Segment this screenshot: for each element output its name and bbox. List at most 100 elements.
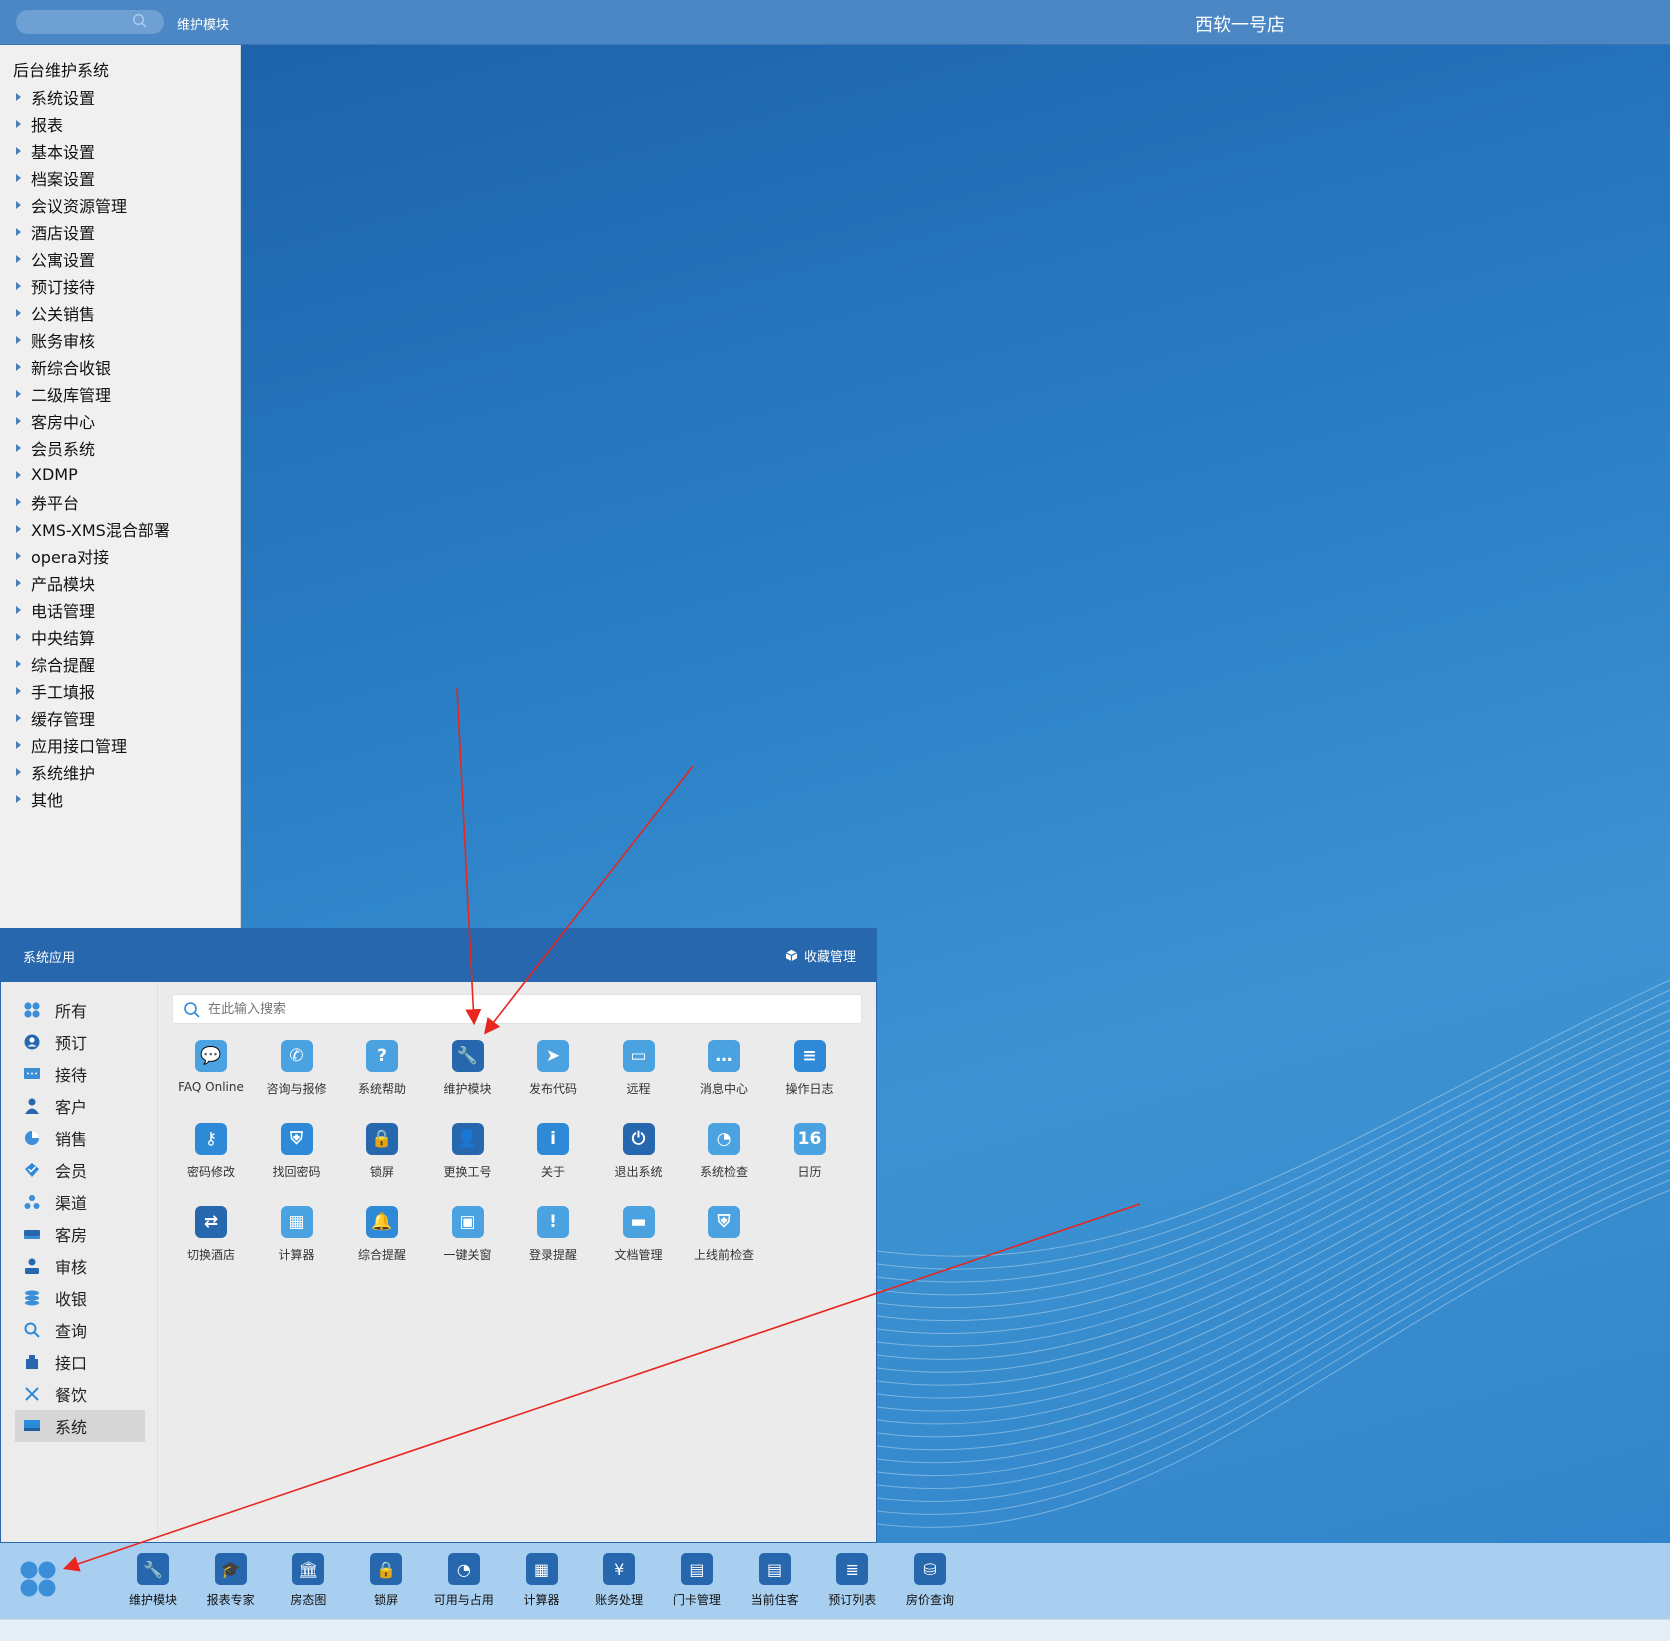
tree-item[interactable]: 公寓设置: [16, 245, 170, 272]
expand-arrow-icon[interactable]: [16, 362, 21, 371]
category-item[interactable]: 接待: [15, 1058, 145, 1090]
tree-item[interactable]: 二级库管理: [16, 380, 170, 407]
expand-arrow-icon[interactable]: [16, 389, 21, 398]
category-item[interactable]: 接口: [15, 1346, 145, 1378]
tree-item[interactable]: 账务审核: [16, 326, 170, 353]
expand-arrow-icon[interactable]: [16, 470, 21, 479]
tree-item[interactable]: 会议资源管理: [16, 191, 170, 218]
expand-arrow-icon[interactable]: [16, 632, 21, 641]
expand-arrow-icon[interactable]: [16, 308, 21, 317]
app-tile[interactable]: 🔔 综合提醒: [339, 1206, 425, 1276]
expand-arrow-icon[interactable]: [16, 335, 21, 344]
expand-arrow-icon[interactable]: [16, 173, 21, 182]
app-tile[interactable]: ⇄ 切换酒店: [168, 1206, 254, 1276]
top-search-box[interactable]: [16, 10, 164, 34]
price-query-icon[interactable]: ⛁: [914, 1553, 946, 1585]
expand-arrow-icon[interactable]: [16, 227, 21, 236]
category-item[interactable]: 餐饮: [15, 1378, 145, 1410]
chat-bubbles-icon[interactable]: 💬: [195, 1040, 227, 1072]
tree-item[interactable]: 预订接待: [16, 272, 170, 299]
app-tile[interactable]: 💬 FAQ Online: [168, 1040, 254, 1110]
tree-item[interactable]: XMS-XMS混合部署: [16, 515, 170, 542]
paper-plane-icon[interactable]: ➤: [537, 1040, 569, 1072]
tree-item[interactable]: XDMP: [16, 461, 170, 488]
graduation-cap-icon[interactable]: 🎓: [214, 1553, 247, 1585]
tree-item[interactable]: 酒店设置: [16, 218, 170, 245]
search-icon[interactable]: [132, 13, 148, 29]
dock-item[interactable]: 🔒 锁屏: [347, 1553, 425, 1608]
dock-item[interactable]: ◔ 可用与占用: [425, 1553, 503, 1608]
app-search-box[interactable]: [172, 994, 862, 1024]
pie-chart-icon[interactable]: ◔: [447, 1553, 480, 1585]
log-icon[interactable]: ≡: [793, 1040, 826, 1072]
favorites-manage-button[interactable]: 收藏管理: [785, 946, 856, 965]
app-tile[interactable]: ➤ 发布代码: [510, 1040, 596, 1110]
info-icon[interactable]: i: [537, 1123, 569, 1155]
app-tile[interactable]: ⛨ 找回密码: [254, 1123, 340, 1193]
app-tile[interactable]: 🔒 锁屏: [339, 1123, 425, 1193]
tree-item[interactable]: 产品模块: [16, 569, 170, 596]
id-user-icon[interactable]: 👤: [451, 1123, 484, 1155]
app-tile[interactable]: ▦ 计算器: [254, 1206, 340, 1276]
close-window-icon[interactable]: ▣: [451, 1206, 484, 1238]
category-item[interactable]: 查询: [15, 1314, 145, 1346]
category-item[interactable]: 系统: [15, 1410, 145, 1442]
app-tile[interactable]: 🔧 维护模块: [425, 1040, 511, 1110]
app-tile[interactable]: 👤 更换工号: [425, 1123, 511, 1193]
app-tile[interactable]: ▣ 一键关窗: [425, 1206, 511, 1276]
expand-arrow-icon[interactable]: [16, 605, 21, 614]
tree-item[interactable]: 系统设置: [16, 83, 170, 110]
expand-arrow-icon[interactable]: [16, 254, 21, 263]
tree-item[interactable]: 缓存管理: [16, 704, 170, 731]
app-search-input[interactable]: [208, 999, 808, 1019]
tree-item[interactable]: 券平台: [16, 488, 170, 515]
expand-arrow-icon[interactable]: [16, 416, 21, 425]
tree-item[interactable]: 应用接口管理: [16, 731, 170, 758]
phone-icon[interactable]: ✆: [280, 1040, 313, 1072]
power-icon[interactable]: ⏻: [622, 1123, 655, 1155]
tree-item[interactable]: 基本设置: [16, 137, 170, 164]
expand-arrow-icon[interactable]: [16, 767, 21, 776]
tree-item[interactable]: opera对接: [16, 542, 170, 569]
app-tile[interactable]: ⚷ 密码修改: [168, 1123, 254, 1193]
expand-arrow-icon[interactable]: [16, 443, 21, 452]
swap-icon[interactable]: ⇄: [195, 1206, 227, 1238]
tree-item[interactable]: 公关销售: [16, 299, 170, 326]
calculator-icon[interactable]: ▦: [525, 1553, 558, 1585]
card-icon[interactable]: ▤: [680, 1553, 713, 1585]
category-item[interactable]: 审核: [15, 1250, 145, 1282]
app-tile[interactable]: ◔ 系统检查: [681, 1123, 767, 1193]
category-item[interactable]: 销售: [15, 1122, 145, 1154]
message-icon[interactable]: …: [708, 1040, 740, 1072]
dock-item[interactable]: ≣ 预订列表: [813, 1553, 891, 1608]
lock-icon[interactable]: 🔒: [370, 1553, 403, 1585]
expand-arrow-icon[interactable]: [16, 551, 21, 560]
tree-item[interactable]: 电话管理: [16, 596, 170, 623]
expand-arrow-icon[interactable]: [16, 740, 21, 749]
expand-arrow-icon[interactable]: [16, 578, 21, 587]
shield-user-icon[interactable]: ⛨: [280, 1123, 313, 1155]
dock-item[interactable]: ▤ 当前住客: [736, 1553, 814, 1608]
folder-icon[interactable]: ▬: [622, 1206, 655, 1238]
calculator-icon[interactable]: ▦: [280, 1206, 313, 1238]
dock-item[interactable]: 🎓 报表专家: [192, 1553, 270, 1608]
expand-arrow-icon[interactable]: [16, 794, 21, 803]
category-item[interactable]: 预订: [15, 1026, 145, 1058]
category-item[interactable]: 渠道: [15, 1186, 145, 1218]
expand-arrow-icon[interactable]: [16, 497, 21, 506]
app-tile[interactable]: ▭ 远程: [596, 1040, 682, 1110]
tree-item[interactable]: 其他: [16, 785, 170, 812]
expand-arrow-icon[interactable]: [16, 713, 21, 722]
expand-arrow-icon[interactable]: [16, 119, 21, 128]
lock-icon[interactable]: 🔒: [366, 1123, 398, 1155]
alert-icon[interactable]: !: [537, 1206, 569, 1238]
app-tile[interactable]: … 消息中心: [681, 1040, 767, 1110]
dock-item[interactable]: 🔧 维护模块: [114, 1553, 192, 1608]
app-tile[interactable]: ⛨ 上线前检查: [681, 1206, 767, 1276]
wrench-icon[interactable]: 🔧: [451, 1040, 484, 1072]
category-item[interactable]: 客户: [15, 1090, 145, 1122]
question-icon[interactable]: ?: [366, 1040, 398, 1072]
dock-item[interactable]: ⛁ 房价查询: [891, 1553, 969, 1608]
calendar-icon[interactable]: 16: [793, 1123, 826, 1155]
category-item[interactable]: 收银: [15, 1282, 145, 1314]
